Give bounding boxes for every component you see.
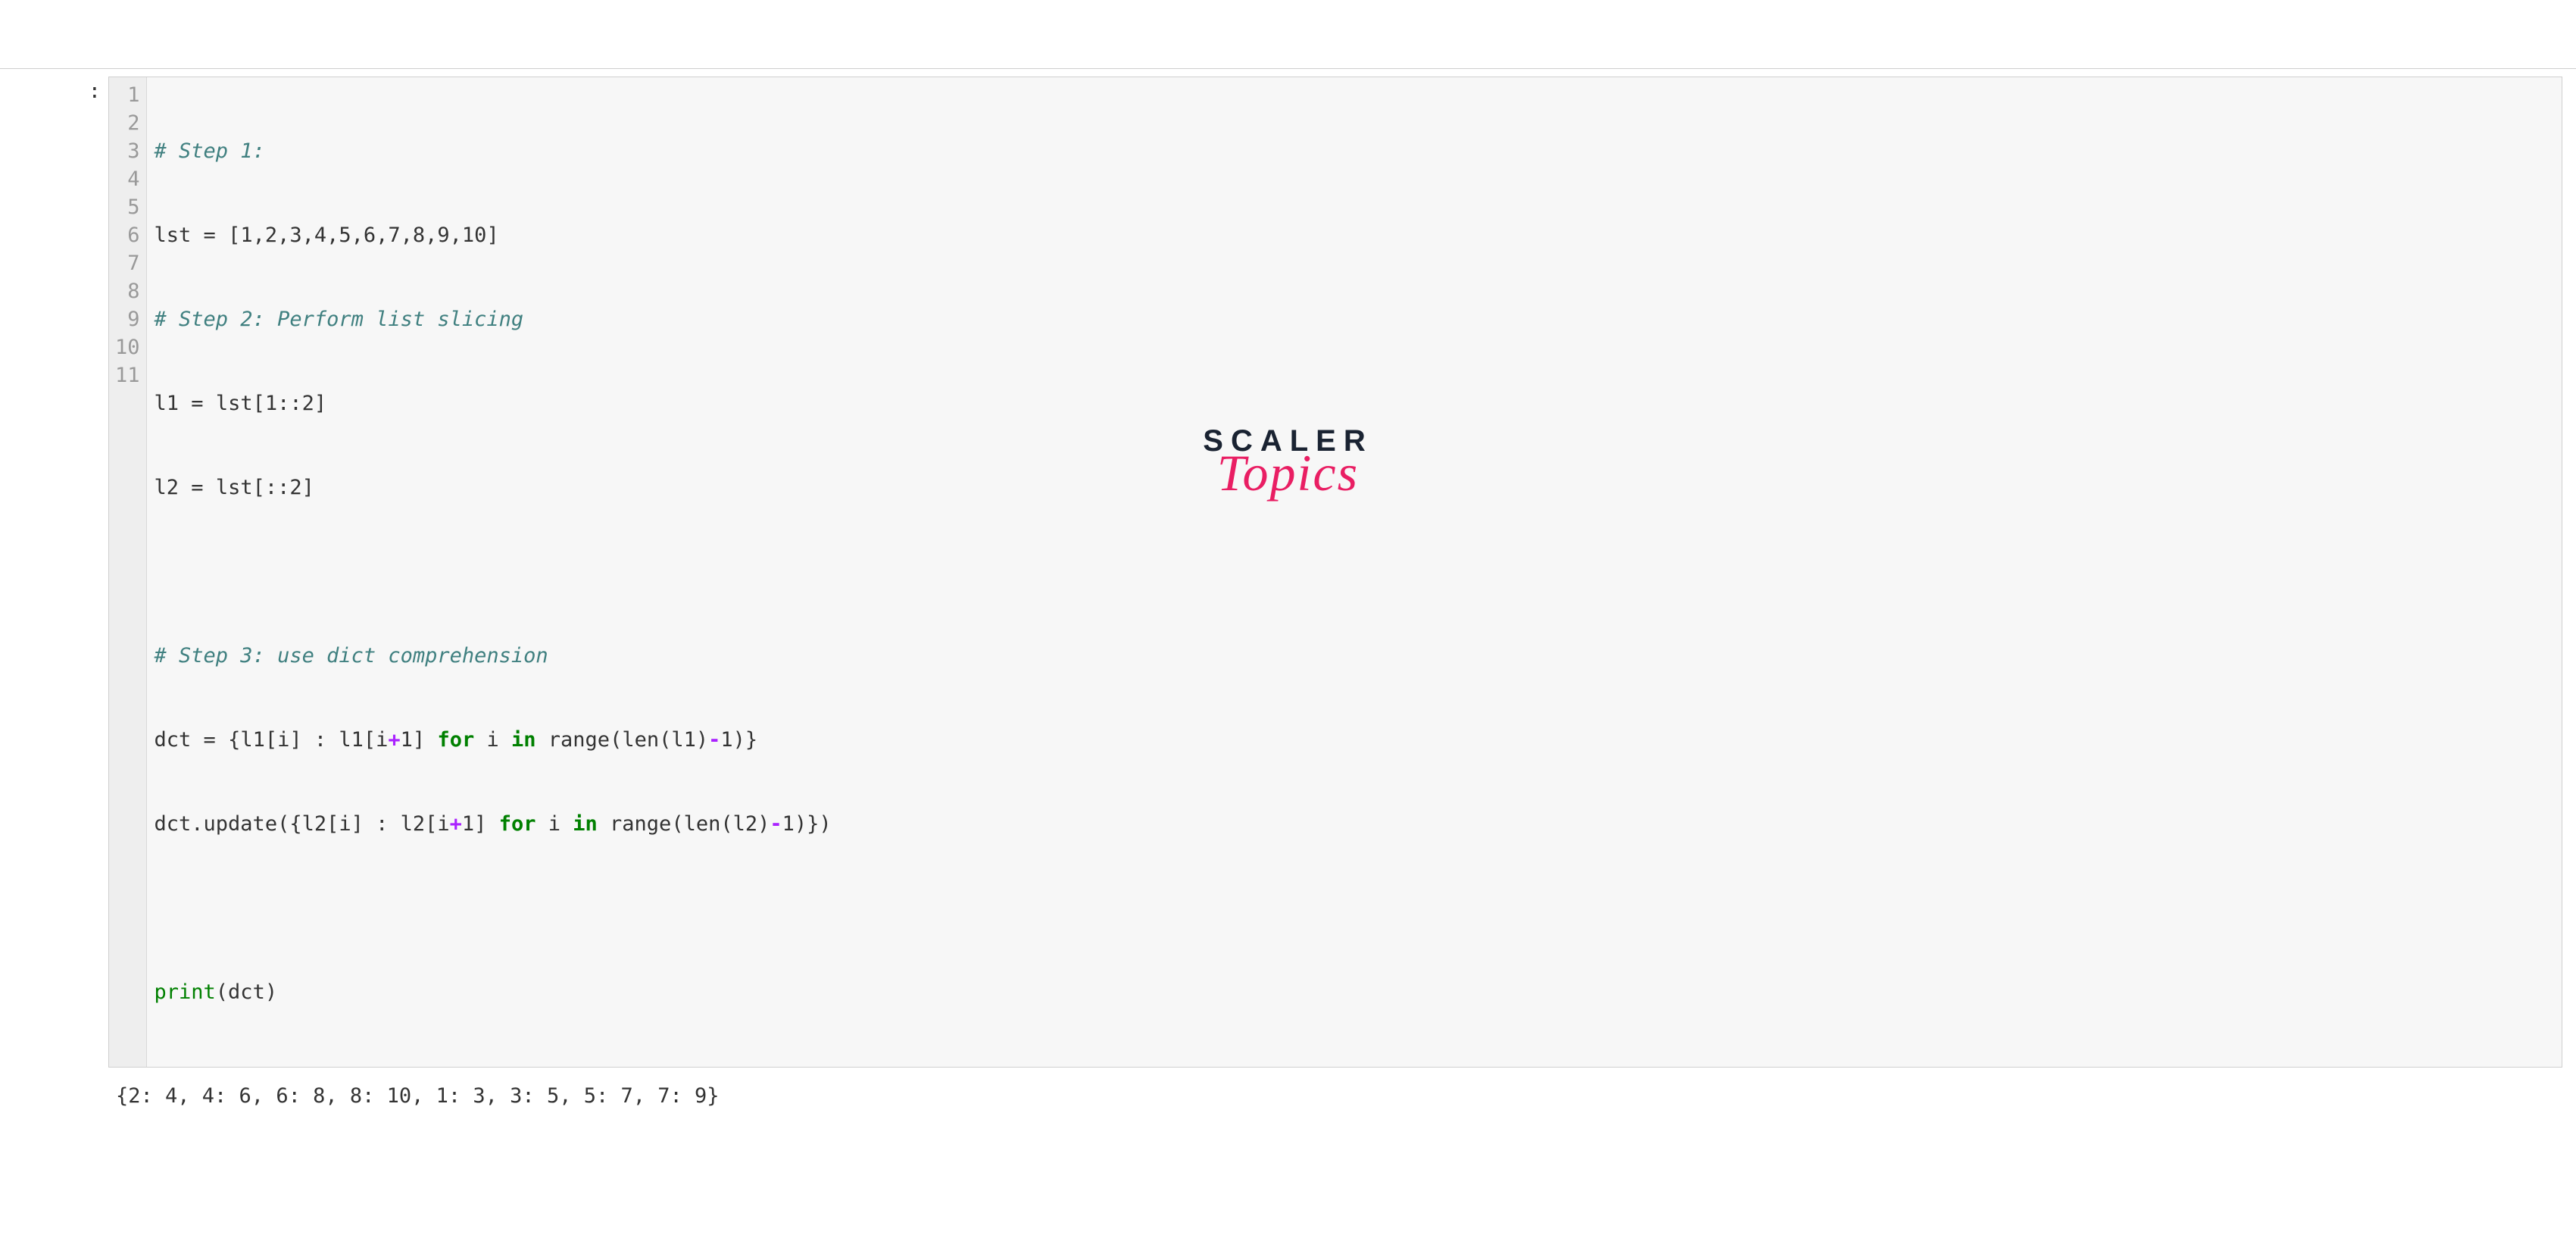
code-line: print(dct) — [155, 979, 2554, 1007]
code-line: dct.update({l2[i] : l2[i+1] for i in ran… — [155, 811, 2554, 839]
logo-sub-text: Topics — [1203, 443, 1372, 503]
notebook-container: : 1 2 3 4 5 6 7 8 9 10 11 # Step 1: lst … — [0, 68, 2576, 1113]
code-line — [155, 895, 2554, 923]
code-line: # Step 1: — [155, 138, 2554, 166]
line-number: 3 — [115, 138, 140, 166]
code-editor[interactable]: # Step 1: lst = [1,2,3,4,5,6,7,8,9,10] #… — [147, 77, 2562, 1067]
code-line — [155, 558, 2554, 586]
line-number: 9 — [115, 306, 140, 334]
code-line: dct = {l1[i] : l1[i+1] for i in range(le… — [155, 727, 2554, 755]
code-line: # Step 3: use dict comprehension — [155, 643, 2554, 671]
line-number-gutter: 1 2 3 4 5 6 7 8 9 10 11 — [109, 77, 147, 1067]
line-number: 7 — [115, 250, 140, 278]
line-number: 2 — [115, 110, 140, 138]
input-prompt: : — [0, 69, 108, 1068]
code-line: lst = [1,2,3,4,5,6,7,8,9,10] — [155, 222, 2554, 250]
line-number: 8 — [115, 278, 140, 306]
output-text: {2: 4, 4: 6, 6: 8, 8: 10, 1: 3, 3: 5, 5:… — [108, 1080, 2576, 1112]
line-number: 10 — [115, 334, 140, 362]
output-cell: {2: 4, 4: 6, 6: 8, 8: 10, 1: 3, 3: 5, 5:… — [0, 1080, 2576, 1112]
line-number: 1 — [115, 82, 140, 110]
code-input-area[interactable]: 1 2 3 4 5 6 7 8 9 10 11 # Step 1: lst = … — [108, 77, 2562, 1068]
output-prompt — [0, 1080, 108, 1112]
scaler-topics-logo: SCALER Topics — [1203, 424, 1372, 503]
code-line: # Step 2: Perform list slicing — [155, 306, 2554, 334]
code-line: l1 = lst[1::2] — [155, 390, 2554, 418]
line-number: 4 — [115, 166, 140, 194]
code-cell: : 1 2 3 4 5 6 7 8 9 10 11 # Step 1: lst … — [0, 69, 2576, 1068]
line-number: 5 — [115, 194, 140, 222]
line-number: 6 — [115, 222, 140, 250]
line-number: 11 — [115, 362, 140, 390]
